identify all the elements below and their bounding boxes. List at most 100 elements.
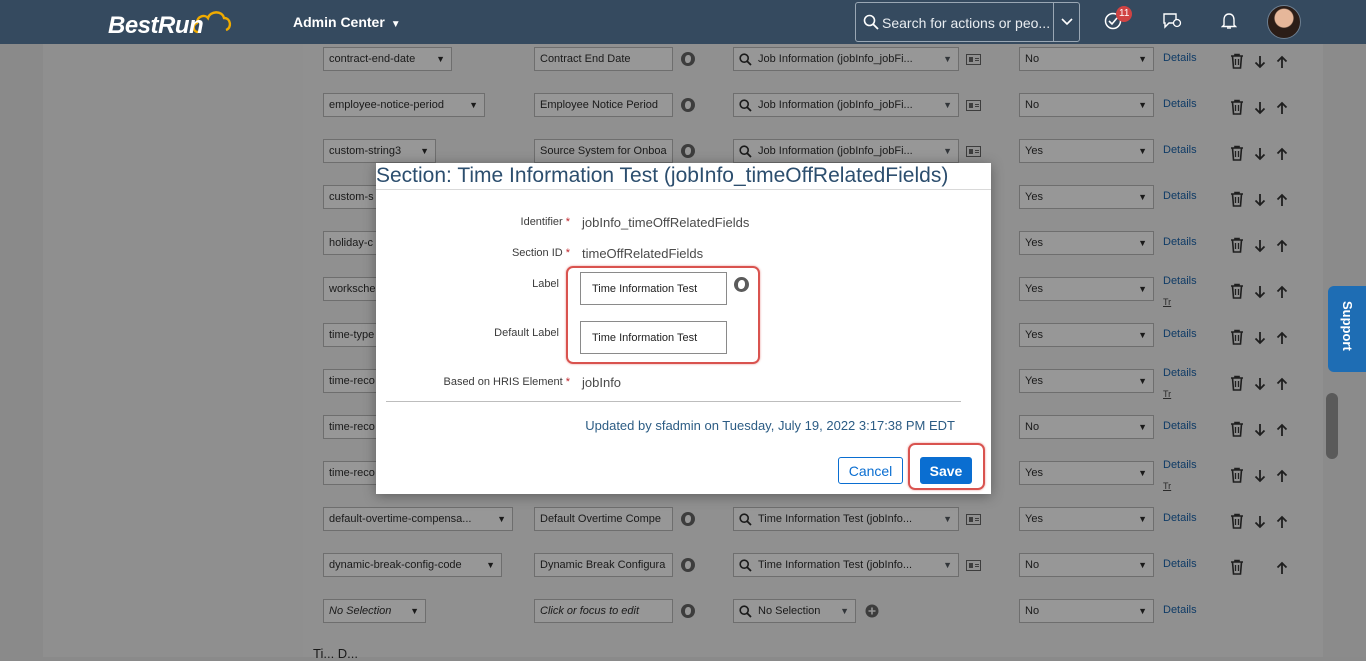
move-up-arrow-icon[interactable] <box>1276 515 1288 532</box>
translate-globe-icon[interactable] <box>681 558 695 572</box>
delete-trash-icon[interactable] <box>1230 467 1244 486</box>
move-up-arrow-icon[interactable] <box>1276 561 1288 578</box>
field-label-input[interactable]: Default Overtime Compe <box>534 507 673 531</box>
admin-center-menu[interactable]: Admin Center ▼ <box>293 14 401 30</box>
field-id-select[interactable]: default-overtime-compensa... ▼ <box>323 507 513 531</box>
move-up-arrow-icon[interactable] <box>1276 193 1288 210</box>
visibility-select[interactable]: Yes ▼ <box>1019 277 1154 301</box>
details-card-icon[interactable] <box>966 100 981 111</box>
move-up-arrow-icon[interactable] <box>1276 147 1288 164</box>
save-button[interactable]: Save <box>920 457 972 484</box>
translate-globe-icon[interactable] <box>681 98 695 112</box>
delete-trash-icon[interactable] <box>1230 99 1244 118</box>
details-link[interactable]: Details <box>1163 328 1197 340</box>
label-input[interactable] <box>580 272 727 305</box>
visibility-select[interactable]: No ▼ <box>1019 47 1154 71</box>
search-field[interactable]: Search for actions or peo... <box>855 2 1080 42</box>
delete-trash-icon[interactable] <box>1230 283 1244 302</box>
section-lookup[interactable]: Job Information (jobInfo_jobFi... ▼ <box>733 139 959 163</box>
field-id-select[interactable]: employee-notice-period ▼ <box>323 93 485 117</box>
cancel-button[interactable]: Cancel <box>838 457 903 484</box>
details-link[interactable]: Details <box>1163 512 1197 524</box>
details-link[interactable]: Details <box>1163 367 1197 379</box>
visibility-select[interactable]: No ▼ <box>1019 599 1154 623</box>
search-scope-dropdown[interactable] <box>1053 3 1079 41</box>
move-up-arrow-icon[interactable] <box>1276 285 1288 302</box>
move-up-arrow-icon[interactable] <box>1276 423 1288 440</box>
delete-trash-icon[interactable] <box>1230 559 1244 578</box>
details-card-icon[interactable] <box>966 54 981 65</box>
field-id-select[interactable]: No Selection ▼ <box>323 599 426 623</box>
field-id-select[interactable]: dynamic-break-config-code ▼ <box>323 553 502 577</box>
move-up-arrow-icon[interactable] <box>1276 101 1288 118</box>
details-link[interactable]: Details <box>1163 52 1197 64</box>
move-down-arrow-icon[interactable] <box>1254 377 1266 394</box>
visibility-select[interactable]: Yes ▼ <box>1019 185 1154 209</box>
delete-trash-icon[interactable] <box>1230 329 1244 348</box>
details-link[interactable]: Details <box>1163 236 1197 248</box>
delete-trash-icon[interactable] <box>1230 513 1244 532</box>
translate-globe-icon[interactable] <box>681 512 695 526</box>
visibility-select[interactable]: Yes ▼ <box>1019 369 1154 393</box>
user-avatar[interactable] <box>1267 5 1301 39</box>
details-link[interactable]: Details <box>1163 604 1197 616</box>
move-down-arrow-icon[interactable] <box>1254 193 1266 210</box>
visibility-select[interactable]: Yes ▼ <box>1019 231 1154 255</box>
move-up-arrow-icon[interactable] <box>1276 55 1288 72</box>
move-down-arrow-icon[interactable] <box>1254 423 1266 440</box>
field-label-input[interactable]: Contract End Date <box>534 47 673 71</box>
move-up-arrow-icon[interactable] <box>1276 239 1288 256</box>
field-id-select[interactable]: contract-end-date ▼ <box>323 47 452 71</box>
delete-trash-icon[interactable] <box>1230 53 1244 72</box>
delete-trash-icon[interactable] <box>1230 145 1244 164</box>
field-label-input[interactable]: Click or focus to edit <box>534 599 673 623</box>
details-link[interactable]: Details <box>1163 144 1197 156</box>
translation-link[interactable]: Tr <box>1163 481 1171 491</box>
field-label-input[interactable]: Source System for Onboa <box>534 139 673 163</box>
details-card-icon[interactable] <box>966 560 981 571</box>
field-label-input[interactable]: Dynamic Break Configura <box>534 553 673 577</box>
field-label-input[interactable]: Employee Notice Period <box>534 93 673 117</box>
section-lookup[interactable]: Time Information Test (jobInfo... ▼ <box>733 507 959 531</box>
add-circle-icon[interactable] <box>865 604 879 618</box>
delete-trash-icon[interactable] <box>1230 421 1244 440</box>
translate-globe-icon[interactable] <box>681 604 695 618</box>
move-down-arrow-icon[interactable] <box>1254 147 1266 164</box>
details-card-icon[interactable] <box>966 146 981 157</box>
move-down-arrow-icon[interactable] <box>1254 469 1266 486</box>
details-card-icon[interactable] <box>966 514 981 525</box>
translation-link[interactable]: Tr <box>1163 297 1171 307</box>
move-down-arrow-icon[interactable] <box>1254 101 1266 118</box>
move-down-arrow-icon[interactable] <box>1254 285 1266 302</box>
move-down-arrow-icon[interactable] <box>1254 239 1266 256</box>
move-down-arrow-icon[interactable] <box>1254 515 1266 532</box>
section-lookup[interactable]: Job Information (jobInfo_jobFi... ▼ <box>733 93 959 117</box>
visibility-select[interactable]: No ▼ <box>1019 415 1154 439</box>
translate-globe-icon[interactable] <box>681 52 695 66</box>
default-label-input[interactable] <box>580 321 727 354</box>
details-link[interactable]: Details <box>1163 420 1197 432</box>
move-up-arrow-icon[interactable] <box>1276 377 1288 394</box>
details-link[interactable]: Details <box>1163 558 1197 570</box>
move-up-arrow-icon[interactable] <box>1276 469 1288 486</box>
move-down-arrow-icon[interactable] <box>1254 55 1266 72</box>
visibility-select[interactable]: Yes ▼ <box>1019 507 1154 531</box>
bestrun-logo[interactable]: BestRun <box>106 8 232 40</box>
translation-link[interactable]: Tr <box>1163 389 1171 399</box>
section-lookup[interactable]: No Selection ▼ <box>733 599 856 623</box>
visibility-select[interactable]: Yes ▼ <box>1019 461 1154 485</box>
translate-globe-icon[interactable] <box>681 144 695 158</box>
delete-trash-icon[interactable] <box>1230 237 1244 256</box>
details-link[interactable]: Details <box>1163 459 1197 471</box>
delete-trash-icon[interactable] <box>1230 191 1244 210</box>
details-link[interactable]: Details <box>1163 275 1197 287</box>
visibility-select[interactable]: No ▼ <box>1019 93 1154 117</box>
translate-globe-icon[interactable] <box>734 277 749 292</box>
section-lookup[interactable]: Time Information Test (jobInfo... ▼ <box>733 553 959 577</box>
chat-icon[interactable] <box>1162 12 1182 30</box>
move-down-arrow-icon[interactable] <box>1254 331 1266 348</box>
visibility-select[interactable]: Yes ▼ <box>1019 323 1154 347</box>
visibility-select[interactable]: No ▼ <box>1019 553 1154 577</box>
field-id-select[interactable]: custom-string3 ▼ <box>323 139 436 163</box>
section-lookup[interactable]: Job Information (jobInfo_jobFi... ▼ <box>733 47 959 71</box>
